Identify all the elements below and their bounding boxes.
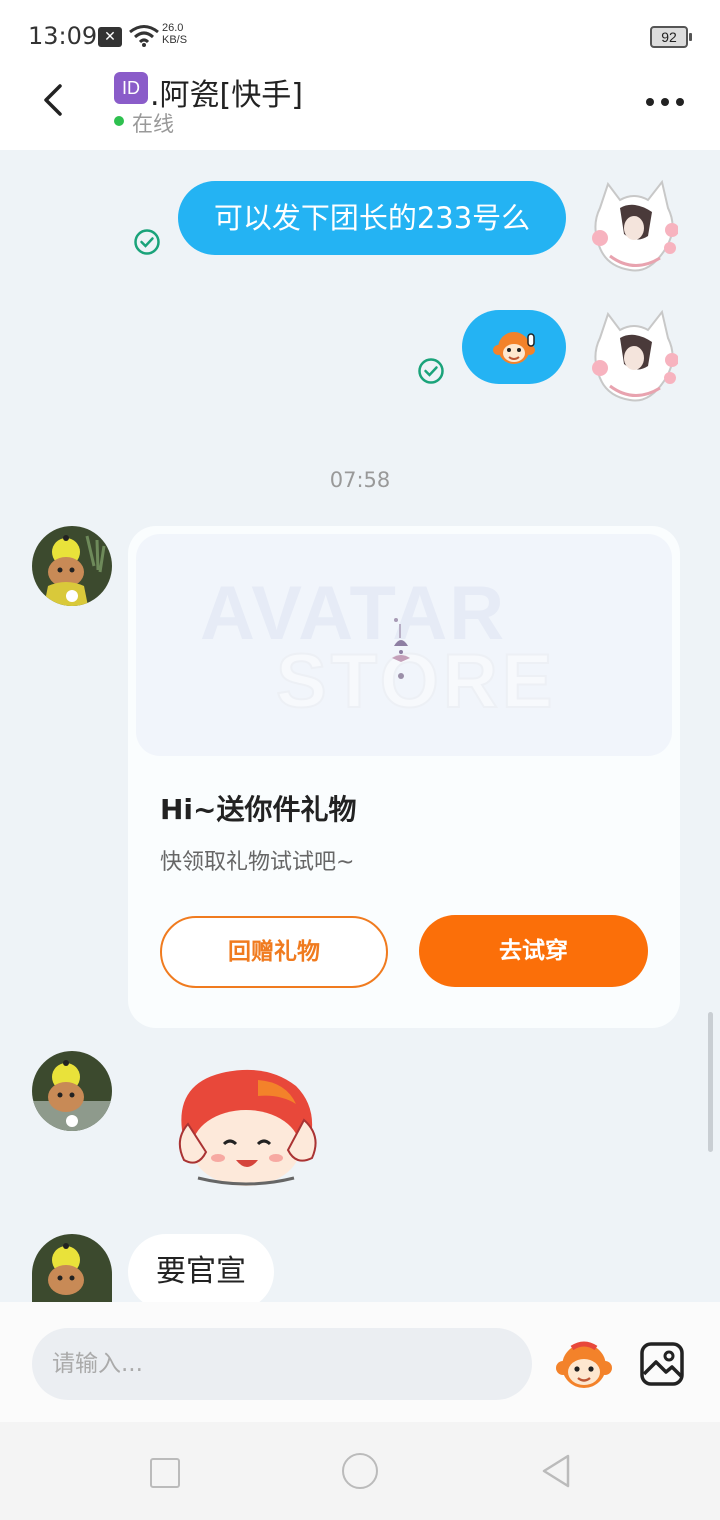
my-avatar[interactable] (590, 178, 678, 278)
battery-indicator: 92 (650, 26, 692, 48)
id-badge-icon: ID (114, 72, 148, 104)
dot-icon (661, 98, 669, 106)
try-on-button[interactable]: 去试穿 (419, 915, 648, 987)
read-check-icon (418, 358, 444, 384)
x-box-icon: ✕ (98, 27, 122, 47)
sent-message-bubble[interactable]: 可以发下团长的233号么 (178, 181, 566, 255)
contact-avatar[interactable] (32, 526, 112, 606)
recent-apps-icon[interactable] (150, 1458, 180, 1488)
my-avatar[interactable] (590, 308, 678, 408)
sticker-emoji-icon[interactable] (554, 1338, 614, 1394)
avatar-store-banner: AVATAR STORE (136, 534, 672, 756)
message-timestamp: 07:58 (329, 468, 391, 492)
back-triangle-icon[interactable] (538, 1452, 574, 1490)
contact-avatar[interactable] (32, 1051, 112, 1131)
network-speed-value: 26.0 (162, 22, 184, 34)
scrollbar[interactable] (708, 1012, 713, 1152)
composer-bar (0, 1302, 720, 1422)
status-time: 13:09 (28, 22, 98, 50)
network-speed: 26.0 KB/S (162, 22, 187, 46)
gift-card-subtitle: 快领取礼物试试吧~ (160, 850, 355, 875)
sent-sticker-bubble[interactable] (462, 310, 566, 384)
home-icon[interactable] (342, 1453, 378, 1489)
read-check-icon (134, 229, 160, 255)
back-arrow-icon[interactable] (34, 80, 74, 120)
status-bar: 13:09 ✕ 26.0 KB/S 92 (0, 0, 720, 70)
received-sticker[interactable] (168, 1064, 324, 1192)
system-navigation-bar (0, 1422, 720, 1520)
online-dot-icon (114, 116, 124, 126)
network-speed-unit: KB/S (162, 34, 188, 46)
received-message-bubble[interactable]: 要官宣 (128, 1234, 274, 1310)
more-options-button[interactable] (640, 90, 690, 114)
gift-card[interactable]: AVATAR STORE Hi~送你件礼物 快领取礼物试试吧~ 回赠礼物 去试穿 (128, 526, 680, 1028)
return-gift-button[interactable]: 回赠礼物 (160, 916, 388, 988)
presence-status: 在线 (132, 112, 174, 136)
monkey-sticker-icon (493, 332, 535, 364)
dot-icon (646, 98, 654, 106)
chat-header: ID .阿瓷[快手] 在线 (0, 70, 720, 150)
wifi-icon (129, 25, 159, 47)
image-picker-icon[interactable] (638, 1340, 686, 1388)
gift-card-title: Hi~送你件礼物 (160, 793, 357, 826)
message-input[interactable] (32, 1328, 532, 1400)
wind-chime-icon (392, 618, 410, 679)
contact-avatar[interactable] (32, 1234, 112, 1302)
dot-icon (676, 98, 684, 106)
